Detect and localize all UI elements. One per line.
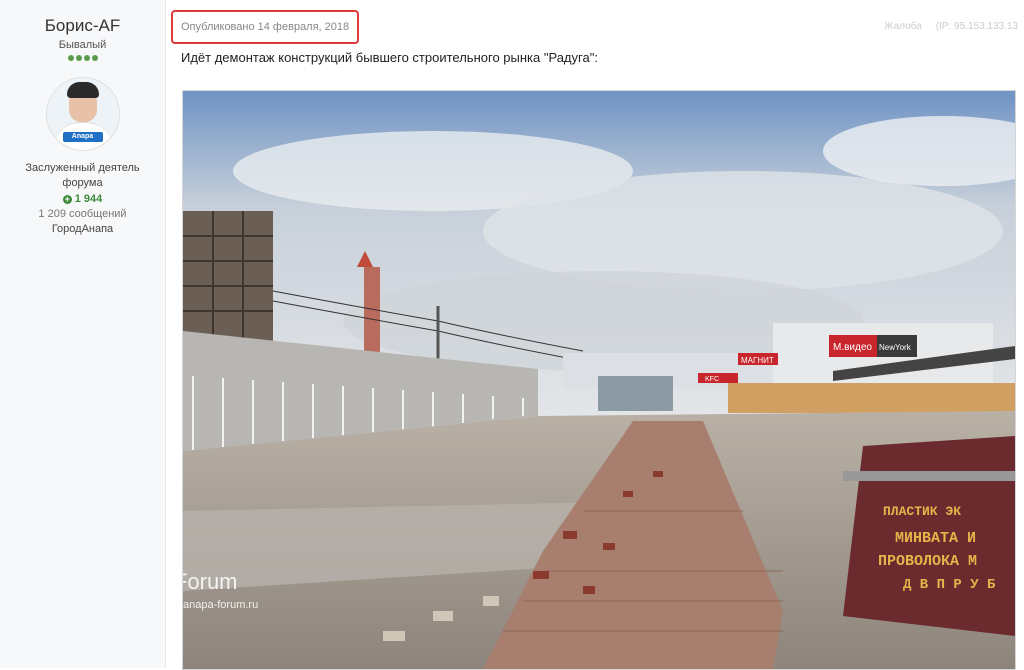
sign-newyork: NewYork <box>879 343 912 352</box>
plus-icon: + <box>62 194 72 204</box>
rank-pips <box>0 55 165 63</box>
post-header: Опубликовано 14 февраля, 2018 <box>171 10 369 50</box>
sign-magnit: МАГНИТ <box>741 356 774 365</box>
avatar-hair <box>66 82 99 98</box>
sign-mvideo: М.видео <box>833 342 872 353</box>
watermark: Anapa-Forum <box>183 569 238 594</box>
booth <box>598 376 673 411</box>
avatar[interactable]: Anapa Forum <box>45 77 120 151</box>
post-ip: Жалоба (IP: 95.153.133.13 <box>884 21 1018 32</box>
ip-address: (IP: 95.153.133.13 <box>935 21 1018 32</box>
author-name[interactable]: Борис-AF <box>0 16 165 36</box>
demolition-photo: М.видео NewYork МАГНИТ KFC ПЛАСТИК ЭК МИ… <box>183 91 1015 669</box>
signal-tower <box>364 267 380 357</box>
author-rank: Бывалый <box>58 39 107 51</box>
post-text: Идёт демонтаж конструкций бывшего строит… <box>181 50 598 65</box>
post-count: 1 209 сообщений <box>38 208 127 220</box>
author-city: ГородАнапа <box>51 223 114 235</box>
reputation-badge: +1 944 <box>0 193 165 205</box>
report-link[interactable]: Жалоба <box>884 21 921 32</box>
watermark-url: anapa-forum.ru <box>183 599 259 611</box>
reputation-value: 1 944 <box>74 193 103 205</box>
sign-line-3: ПРОВОЛОКА М <box>878 553 977 570</box>
author-sidebar: Борис-AF Бывалый Anapa Forum Заслуженный… <box>0 0 166 668</box>
sign-line-2: МИНВАТА И <box>895 530 976 547</box>
rank-pip <box>91 55 98 61</box>
published-date[interactable]: Опубликовано 14 февраля, 2018 <box>171 10 360 44</box>
member-title: Заслуженный деятель форума <box>25 162 140 189</box>
post-photo[interactable]: М.видео NewYork МАГНИТ KFC ПЛАСТИК ЭК МИ… <box>182 90 1016 670</box>
rank-pip <box>67 55 74 61</box>
market-sign: ПЛАСТИК ЭК МИНВАТА И ПРОВОЛОКА М Д В П Р… <box>843 436 1015 636</box>
sign-kfc: KFC <box>705 376 719 383</box>
sign-line-1: ПЛАСТИК ЭК <box>883 504 961 519</box>
rank-pip <box>83 55 90 61</box>
unfinished-building <box>183 211 273 341</box>
rank-pip <box>75 55 82 61</box>
avatar-logo: Anapa Forum <box>62 132 103 150</box>
sign-line-4: Д В П Р У Б <box>903 577 996 593</box>
